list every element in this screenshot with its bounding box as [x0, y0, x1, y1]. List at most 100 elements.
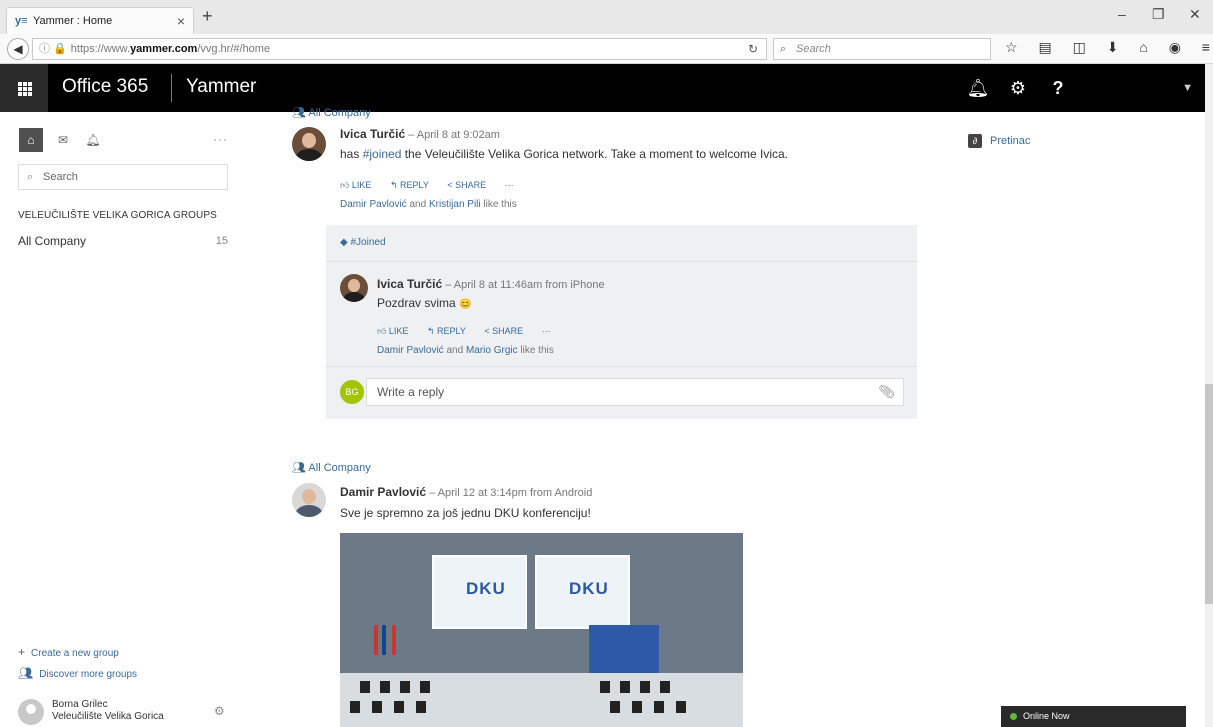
likes-text: like this [517, 345, 554, 356]
flag [374, 625, 378, 655]
link-icon: ∂ [968, 134, 982, 148]
account-dropdown-icon[interactable]: ▼ [1182, 64, 1193, 112]
office-header: Office 365 Yammer 🔔︎ ⚙ ? ▼ [0, 64, 1205, 112]
tab-title: Yammer : Home [33, 15, 113, 27]
liker-link[interactable]: Damir Pavlović [340, 199, 407, 210]
avatar[interactable] [292, 483, 326, 517]
thread-topic[interactable]: ◆ #Joined [340, 237, 386, 248]
like-button[interactable]: 👍︎ LIKE [377, 326, 416, 336]
office-brand[interactable]: Office 365 [62, 76, 148, 98]
reply-input[interactable]: Write a reply 📎︎ [366, 378, 904, 406]
reload-icon[interactable]: ↻ [748, 39, 758, 59]
home-icon[interactable]: ⌂ [1139, 39, 1147, 59]
pocket-icon[interactable]: ◫ [1073, 39, 1086, 59]
app-name[interactable]: Yammer [186, 76, 256, 98]
likes-text: and [406, 199, 429, 210]
liker-link[interactable]: Damir Pavlović [377, 345, 444, 356]
avatar[interactable] [292, 127, 326, 161]
post-group-link[interactable]: 👥︎ All Company [292, 106, 371, 119]
chat-icon[interactable]: ◉ [1169, 39, 1181, 59]
like-button[interactable]: 👍︎ LIKE [340, 180, 379, 190]
post-body: has #joined the Veleučilište Velika Gori… [340, 147, 788, 161]
post-timestamp[interactable]: – April 12 at 3:14pm from Android [426, 487, 592, 499]
reply-button[interactable]: ↰ REPLY [390, 180, 437, 190]
people-icon: 👥︎ [292, 107, 306, 119]
likes-text: and [443, 345, 466, 356]
post-author: Ivica Turčić – April 8 at 9:02am [340, 127, 500, 141]
user-org: Veleučilište Velika Gorica [52, 711, 164, 722]
hashtag-link[interactable]: #joined [363, 147, 402, 161]
group-unread-count: 15 [215, 235, 228, 247]
search-icon: ⌕ [780, 43, 787, 55]
groups-heading: VELEUČILIŠTE VELIKA GORICA GROUPS [18, 210, 217, 221]
rail-search-input[interactable]: ⌕ Search [18, 164, 228, 190]
share-label: SHARE [455, 180, 487, 190]
reply-timestamp[interactable]: – April 8 at 11:46am from iPhone [442, 279, 604, 291]
notifications-icon[interactable]: 🔔︎ [81, 128, 105, 152]
post-image[interactable]: DKU DKU [340, 533, 743, 727]
tab-close-icon[interactable]: × [177, 8, 185, 34]
online-now-chat[interactable]: Online Now [1001, 706, 1186, 727]
flag [382, 625, 386, 655]
notifications-bell-icon[interactable]: 🔔︎ [958, 64, 998, 112]
reading-list-icon[interactable]: ▤ [1038, 39, 1051, 59]
author-name[interactable]: Damir Pavlović [340, 485, 426, 499]
app-launcher-icon[interactable] [0, 64, 48, 112]
divider [326, 261, 917, 262]
bookmark-star-icon[interactable]: ☆ [1005, 39, 1018, 59]
reply-label: REPLY [399, 180, 429, 190]
download-icon[interactable]: ⬇ [1107, 39, 1119, 59]
help-icon[interactable]: ? [1038, 64, 1078, 112]
search-icon: ⌕ [27, 171, 34, 183]
divider [326, 366, 917, 367]
rail-search-placeholder: Search [43, 171, 78, 183]
discover-groups-link[interactable]: 👥︎ Discover more groups [18, 666, 137, 680]
author-name[interactable]: Ivica Turčić [340, 127, 405, 141]
inbox-icon[interactable]: ✉ [51, 128, 75, 152]
smile-emoji-icon: 😊 [459, 299, 472, 310]
restore-icon[interactable]: ❐ [1152, 6, 1165, 23]
browser-tabbar: y≡ Yammer : Home × + – ❐ ✕ [0, 0, 1213, 34]
attach-paperclip-icon[interactable]: 📎︎ [878, 379, 895, 405]
current-user[interactable]: Borna Grilec Veleučilište Velika Gorica … [18, 697, 233, 727]
back-arrow-icon[interactable]: ◀ [7, 38, 29, 60]
author-name[interactable]: Ivica Turčić [377, 277, 442, 291]
more-actions-button[interactable]: ··· [542, 326, 551, 336]
liker-link[interactable]: Kristijan Pili [429, 199, 481, 210]
settings-gear-icon[interactable]: ⚙ [998, 64, 1038, 112]
share-button[interactable]: < SHARE [447, 180, 494, 190]
url-domain: yammer.com [130, 43, 198, 55]
scrollbar-thumb[interactable] [1205, 384, 1213, 604]
url-path: /vvg.hr/#/home [197, 43, 271, 55]
address-bar[interactable]: ⓘ 🔒 https://www.yammer.com/vvg.hr/#/home … [32, 38, 767, 60]
topic-label: #Joined [350, 237, 386, 248]
like-label: LIKE [351, 180, 372, 190]
post-group-link[interactable]: 👥︎ All Company [292, 461, 371, 474]
pretinac-link[interactable]: ∂ Pretinac [968, 134, 1030, 148]
post-timestamp[interactable]: – April 8 at 9:02am [405, 129, 500, 141]
more-options-icon[interactable]: ··· [213, 132, 228, 146]
discover-groups-label: Discover more groups [39, 669, 138, 680]
reply-placeholder: Write a reply [377, 385, 445, 399]
liker-link[interactable]: Mario Grgic [466, 345, 518, 356]
more-actions-button[interactable]: ··· [505, 180, 514, 190]
new-tab-icon[interactable]: + [202, 6, 213, 27]
avatar[interactable] [340, 274, 368, 302]
minimize-icon[interactable]: – [1118, 6, 1126, 22]
group-item-all-company[interactable]: All Company 15 [18, 234, 228, 248]
user-settings-gear-icon[interactable]: ⚙ [214, 704, 225, 718]
share-button[interactable]: < SHARE [484, 326, 531, 336]
post-text: has [340, 147, 363, 161]
browser-tab[interactable]: y≡ Yammer : Home × [6, 7, 194, 34]
online-status-label: Online Now [1023, 711, 1070, 721]
create-group-link[interactable]: + Create a new group [18, 645, 119, 659]
window-close-icon[interactable]: ✕ [1189, 6, 1201, 23]
likes-summary: Damir Pavlović and Kristijan Pili like t… [340, 199, 517, 210]
info-icon[interactable]: ⓘ [39, 43, 50, 55]
home-nav-icon[interactable]: ⌂ [19, 128, 43, 152]
post-actions: 👍︎ LIKE ↰ REPLY < SHARE ··· [340, 180, 522, 191]
reply-button[interactable]: ↰ REPLY [427, 326, 474, 336]
menu-icon[interactable]: ≡ [1202, 39, 1210, 59]
browser-search-input[interactable]: ⌕ Search [773, 38, 991, 60]
group-name: All Company [18, 234, 87, 248]
